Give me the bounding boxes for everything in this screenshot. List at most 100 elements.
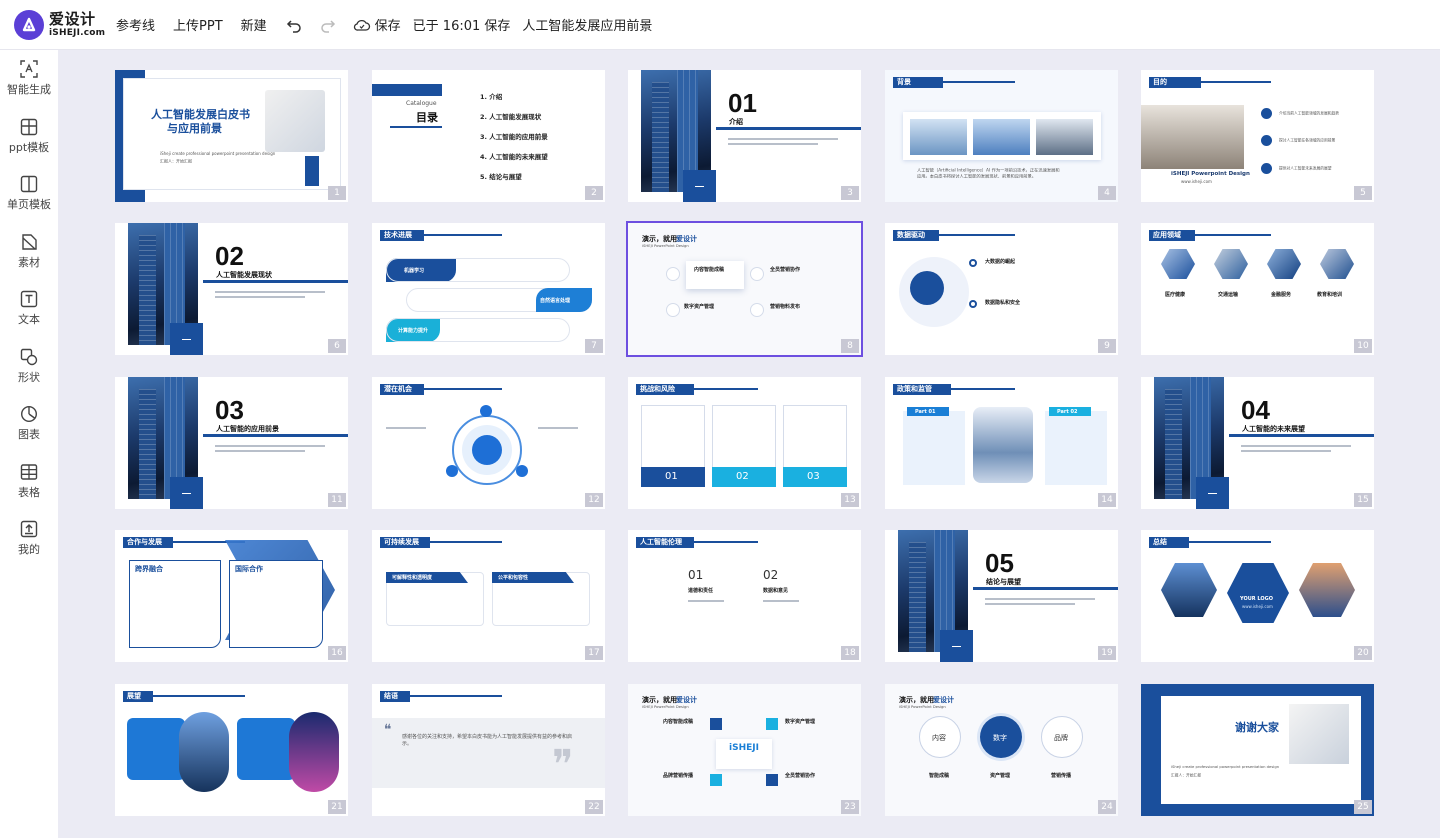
slide-thumbnail[interactable]: 挑战和风险 01 02 03 13: [628, 377, 861, 509]
field-label: 交通运输: [1218, 292, 1239, 298]
tech-label: 自然语言处理: [540, 298, 571, 304]
quote-close-icon: ❞: [552, 742, 574, 788]
slide-title-brand: 爱设计: [933, 696, 954, 704]
box-title: 公平和包容性: [498, 575, 529, 581]
slide-thumbnail[interactable]: 目的 iSHEJI Powerpoint Design www.isheji.c…: [1141, 70, 1374, 202]
slide-title-brand: 爱设计: [676, 696, 697, 704]
catalogue-item: 5. 结论与展望: [480, 173, 522, 181]
data-item: 数据隐私和安全: [985, 300, 1021, 306]
slide-thumbnail[interactable]: 应用领域 医疗健康 交通运输 金融服务 教育和培训 10: [1141, 223, 1374, 355]
slide-text: 感谢各位的关注和支持，希望本白皮书能为人工智能发展提供有益的参考和启示。: [402, 734, 573, 747]
top-toolbar: 爱设计 iSHEJI.com 参考线 上传PPT 新建 保存 已于 16:01 …: [0, 0, 1440, 50]
field-label: 教育和培训: [1317, 292, 1343, 298]
sidebar-item-material[interactable]: 素材: [0, 223, 58, 281]
circle-caption: 营销传播: [1051, 773, 1072, 779]
slide-thumbnail[interactable]: 政策和监管 Part 01 Part 02 14: [885, 377, 1118, 509]
shape-icon: [20, 348, 38, 365]
slide-catalogue: Catalogue: [406, 100, 437, 107]
single-page-template-icon: [20, 176, 38, 193]
circle-label: 品牌: [1054, 734, 1068, 742]
feature-label: 全员营销协作: [785, 773, 816, 779]
slide-number: 25: [1354, 800, 1372, 814]
slide-thumbnail[interactable]: Catalogue 目录 1. 介绍 2. 人工智能发展现状 3. 人工智能的应…: [372, 70, 605, 202]
new-button[interactable]: 新建: [241, 15, 267, 34]
sidebar-item-my[interactable]: 我的: [0, 510, 58, 568]
sidebar-label: 我的: [18, 543, 40, 557]
guides-button[interactable]: 参考线: [116, 15, 155, 34]
redo-icon[interactable]: [319, 16, 337, 34]
slide-subtitle: iSheji create professional powerpoint pr…: [1171, 764, 1280, 770]
slide-number: 6: [328, 339, 346, 353]
slide-title-prefix: 演示，就用: [642, 696, 677, 704]
upload-ppt-button[interactable]: 上传PPT: [173, 15, 223, 34]
slide-thumbnail[interactable]: 演示，就用 爱设计 iSHEJI PowerPoint Design iSHEJ…: [628, 684, 861, 816]
feature-label: 营销物料发布: [770, 304, 801, 310]
slide-thumbnail[interactable]: 技术进展 机器学习 自然语言处理 计算能力提升 7: [372, 223, 605, 355]
slide-title-2: 与应用前景: [167, 122, 222, 135]
slide-thumbnail[interactable]: 总结 YOUR LOGO www.isheji.com 20: [1141, 530, 1374, 662]
slide-thumbnail[interactable]: 人工智能发展白皮书 与应用前景 iSheji create profession…: [115, 70, 348, 202]
slide-thumbnail[interactable]: 02 人工智能发展现状 6: [115, 223, 348, 355]
slide-thumbnail[interactable]: 03 人工智能的应用前景 11: [115, 377, 348, 509]
slide-thumbnail-selected[interactable]: 演示，就用 爱设计 iSHEJI PowerPoint Design 内容智能成…: [626, 221, 863, 357]
slide-header: 挑战和风险: [636, 384, 694, 395]
catalogue-item: 4. 人工智能的未来展望: [480, 153, 548, 161]
slide-thumbnail[interactable]: 谢谢大家 iSheji create professional powerpoi…: [1141, 684, 1374, 816]
slide-url: www.isheji.com: [1181, 179, 1212, 185]
ethics-number: 01: [688, 568, 704, 582]
sidebar-item-shape[interactable]: 形状: [0, 338, 58, 396]
slide-number: 3: [841, 186, 859, 200]
section-number: 03: [215, 395, 244, 425]
sidebar-item-text[interactable]: 文本: [0, 280, 58, 338]
slide-thumbnail[interactable]: 合作与发展 跨界融合 国际合作 16: [115, 530, 348, 662]
slide-thumbnail[interactable]: 01 介绍 3: [628, 70, 861, 202]
slide-thumbnail[interactable]: 数据驱动 大数据的崛起 数据隐私和安全 9: [885, 223, 1118, 355]
slide-thumbnail[interactable]: 展望 21: [115, 684, 348, 816]
slide-thumbnail[interactable]: 05 结论与展望 19: [885, 530, 1118, 662]
slide-number: 19: [1098, 646, 1116, 660]
slide-header: 背景: [893, 77, 943, 88]
slide-title-prefix: 演示，就用: [642, 235, 677, 243]
circle-label: 内容: [932, 734, 946, 742]
slide-thumbnail[interactable]: 背景 人工智能（Artificial Intelligence）AI 作为一项前…: [885, 70, 1118, 202]
app-logo[interactable]: 爱设计 iSHEJI.com: [14, 9, 106, 40]
slide-text: 人工智能（Artificial Intelligence）AI 作为一项前沿技术…: [917, 168, 1060, 180]
feature-label: 全员营销协作: [770, 267, 801, 273]
section-title: 介绍: [729, 118, 743, 126]
ppt-template-icon: [20, 118, 38, 135]
slide-thumbnail[interactable]: 04 人工智能的未来展望 15: [1141, 377, 1374, 509]
slide-header: 展望: [123, 691, 153, 702]
feature-label: 内容智能成稿: [663, 719, 694, 725]
logo-cn-text: 爱设计: [49, 9, 96, 28]
part-label: Part 01: [915, 409, 936, 415]
challenge-number: 01: [665, 471, 678, 482]
save-button[interactable]: 保存: [353, 15, 401, 34]
sidebar-item-ppt-template[interactable]: ppt模板: [0, 108, 58, 166]
challenge-number: 02: [736, 471, 749, 482]
undo-icon[interactable]: [285, 16, 303, 34]
slide-number: 11: [328, 493, 346, 507]
catalogue-item: 1. 介绍: [480, 93, 503, 101]
slide-presenter: 汇报人：开始汇报: [160, 159, 193, 165]
sidebar-label: 单页模板: [7, 198, 51, 212]
slide-header: 潜在机会: [380, 384, 424, 395]
slide-thumbnail[interactable]: 结语 ❝ 感谢各位的关注和支持，希望本白皮书能为人工智能发展提供有益的参考和启示…: [372, 684, 605, 816]
slide-thumbnail[interactable]: 可持续发展 可解释性和透明度 公平和包容性 17: [372, 530, 605, 662]
section-title: 人工智能的应用前景: [216, 425, 279, 433]
slide-thumbnail[interactable]: 潜在机会 12: [372, 377, 605, 509]
slide-number: 23: [841, 800, 859, 814]
my-upload-icon: [20, 521, 38, 538]
sidebar-label: 素材: [18, 255, 40, 269]
slide-thumbnail[interactable]: 人工智能伦理 01 02 道德和责任 数据和意见 18: [628, 530, 861, 662]
sidebar-item-chart[interactable]: 图表: [0, 395, 58, 453]
sidebar-item-ai-generate[interactable]: 智能生成: [0, 50, 58, 108]
slide-number: 10: [1354, 339, 1372, 353]
slide-thumbnail[interactable]: 演示，就用 爱设计 iSHEJI PowerPoint Design 内容 数字…: [885, 684, 1118, 816]
slide-header: 可持续发展: [380, 537, 430, 548]
sidebar-item-single-page-template[interactable]: 单页模板: [0, 165, 58, 223]
sidebar-item-table[interactable]: 表格: [0, 453, 58, 511]
part-label: Part 02: [1057, 409, 1078, 415]
slide-header: 技术进展: [380, 230, 424, 241]
document-title[interactable]: 人工智能发展应用前景: [522, 15, 652, 34]
slide-number: 7: [585, 339, 603, 353]
